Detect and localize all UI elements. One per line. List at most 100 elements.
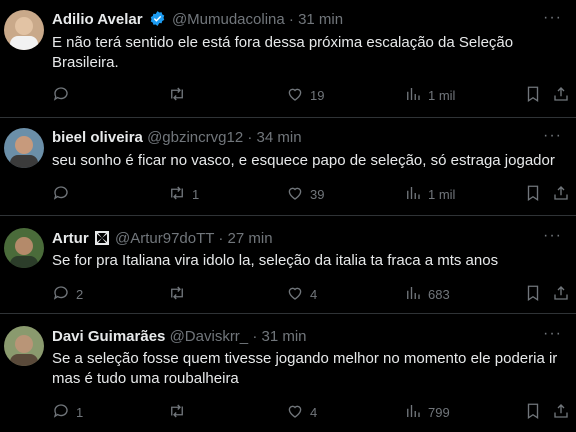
reply-tweet[interactable]: Artur @Artur97doTT · 27 min ··· Se for p… [0,216,576,314]
share-icon [552,284,570,305]
like-count: 39 [310,186,325,202]
author-name[interactable]: Adilio Avelar [52,11,143,28]
separator: · [218,230,224,247]
bookmark-button[interactable] [524,284,542,304]
like-button[interactable]: 39 [286,184,324,204]
timestamp[interactable]: 27 min [228,230,273,247]
reply-button[interactable]: 2 [52,284,83,304]
share-icon [552,402,570,423]
reply-icon [52,85,70,106]
bookmark-button[interactable] [524,85,542,105]
retweet-icon [168,184,186,205]
heart-icon [286,85,304,106]
heart-icon [286,184,304,205]
author-handle[interactable]: @Daviskrr_ [170,328,249,345]
separator: · [252,328,258,345]
tweet-text: E não terá sentido ele está fora dessa p… [52,34,518,71]
separator: · [288,11,294,28]
views-button[interactable]: 799 [404,402,450,422]
bookmark-button[interactable] [524,402,542,422]
reply-count: 1 [76,404,84,420]
author-name[interactable]: bieel oliveira [52,129,143,146]
bookmark-icon [524,184,542,205]
more-options-icon[interactable]: ··· [543,8,562,28]
reply-icon [52,402,70,423]
separator: · [247,129,253,146]
avatar[interactable] [4,228,44,268]
tweet-text: Se a seleção fosse quem tivesse jogando … [52,350,558,387]
tweet-text: seu sonho é ficar no vasco, e esquece pa… [52,152,555,169]
views-chart-icon [404,402,422,423]
bookmark-icon [524,284,542,305]
reply-button[interactable] [52,85,76,105]
tweet-text: Se for pra Italiana vira idolo la, seleç… [52,252,499,269]
author-name[interactable]: Davi Guimarães [52,328,165,345]
reply-icon [52,184,70,205]
more-options-icon[interactable]: ··· [543,324,562,344]
views-chart-icon [404,85,422,106]
views-count: 683 [428,286,450,302]
author-handle[interactable]: @Artur97doTT [115,230,214,247]
more-options-icon[interactable]: ··· [543,226,562,246]
views-count: 1 mil [428,186,456,202]
reply-tweet[interactable]: Adilio Avelar @Mumudacolina · 31 min ···… [0,0,576,118]
reply-icon [52,284,70,305]
verified-badge-icon [149,10,166,33]
retweet-icon [168,402,186,423]
retweet-icon [168,85,186,106]
tweet-header: Adilio Avelar @Mumudacolina · 31 min [52,10,343,30]
views-count: 799 [428,404,450,420]
reply-button[interactable]: 1 [52,402,83,422]
reply-button[interactable] [52,184,76,204]
tweet-header: bieel oliveira @gbzincrvg12 · 34 min [52,128,302,148]
tweet-actions: 2 4 683 [52,284,568,304]
tweet-actions: 1 39 1 mil [52,184,568,204]
share-icon [552,184,570,205]
views-button[interactable]: 683 [404,284,450,304]
share-icon [552,85,570,106]
like-button[interactable]: 4 [286,402,317,422]
views-chart-icon [404,284,422,305]
more-options-icon[interactable]: ··· [543,126,562,146]
tweet-header: Artur @Artur97doTT · 27 min [52,229,273,249]
views-button[interactable]: 1 mil [404,184,455,204]
like-button[interactable]: 4 [286,284,317,304]
like-count: 4 [310,286,318,302]
avatar[interactable] [4,128,44,168]
timestamp[interactable]: 31 min [298,11,343,28]
tweet-actions: 1 4 799 [52,402,568,422]
bookmark-button[interactable] [524,184,542,204]
retweet-count: 1 [192,186,200,202]
avatar[interactable] [4,10,44,50]
share-button[interactable] [552,284,570,304]
views-button[interactable]: 1 mil [404,85,455,105]
author-name[interactable]: Artur [52,230,89,247]
like-button[interactable]: 19 [286,85,324,105]
reply-tweet[interactable]: Davi Guimarães @Daviskrr_ · 31 min ··· S… [0,314,576,432]
share-button[interactable] [552,184,570,204]
reply-count: 2 [76,286,84,302]
heart-icon [286,402,304,423]
tweet-header: Davi Guimarães @Daviskrr_ · 31 min [52,327,307,347]
author-handle[interactable]: @Mumudacolina [172,11,285,28]
retweet-button[interactable]: 1 [168,184,199,204]
reply-tweet[interactable]: bieel oliveira @gbzincrvg12 · 34 min ···… [0,118,576,216]
bookmark-icon [524,402,542,423]
views-chart-icon [404,184,422,205]
share-button[interactable] [552,402,570,422]
author-handle[interactable]: @gbzincrvg12 [147,129,243,146]
retweet-button[interactable] [168,402,192,422]
retweet-button[interactable] [168,85,192,105]
avatar[interactable] [4,326,44,366]
timestamp[interactable]: 34 min [257,129,302,146]
share-button[interactable] [552,85,570,105]
timestamp[interactable]: 31 min [262,328,307,345]
tweet-actions: 19 1 mil [52,85,568,105]
views-count: 1 mil [428,87,456,103]
retweet-icon [168,284,186,305]
retweet-button[interactable] [168,284,192,304]
like-count: 19 [310,87,325,103]
maltese-cross-icon [94,231,109,251]
heart-icon [286,284,304,305]
bookmark-icon [524,85,542,106]
